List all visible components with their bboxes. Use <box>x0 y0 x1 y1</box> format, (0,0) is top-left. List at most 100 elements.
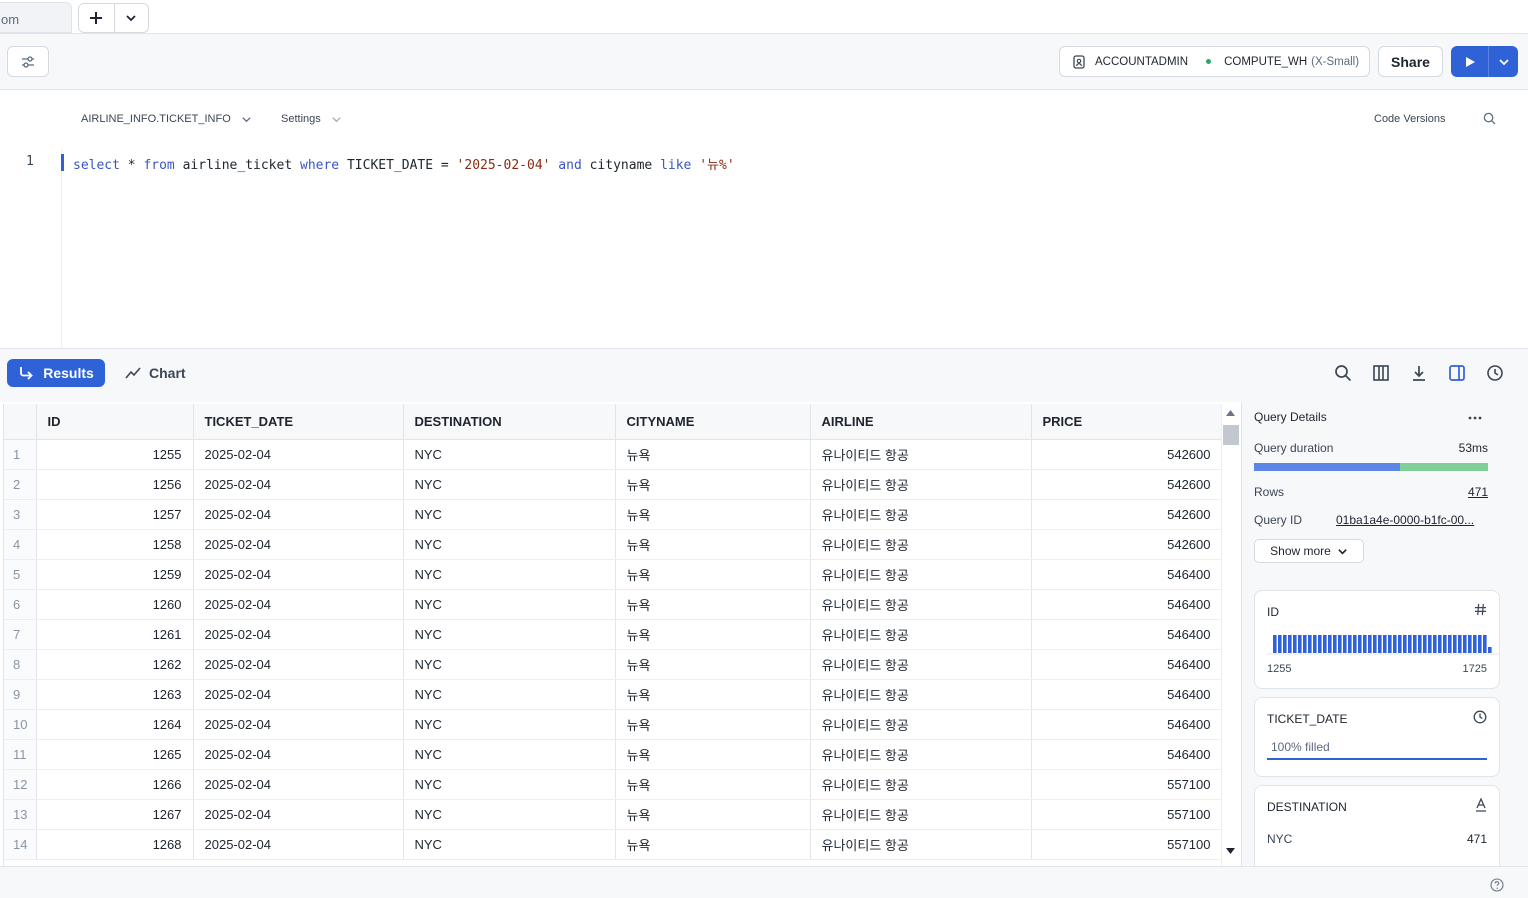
cell-destination[interactable]: NYC <box>403 529 616 560</box>
table-row[interactable]: 2 1256 2025-02-04 NYC 뉴욕 유나이티드 항공 542600 <box>4 469 1221 500</box>
cell-price[interactable]: 546400 <box>1031 709 1221 740</box>
cell-cityname[interactable]: 뉴욕 <box>615 469 811 500</box>
new-tab-button[interactable] <box>79 4 114 32</box>
cell-id[interactable]: 1255 <box>36 439 194 470</box>
database-selector[interactable]: AIRLINE_INFO.TICKET_INFO <box>81 113 252 125</box>
cell-cityname[interactable]: 뉴욕 <box>615 679 811 710</box>
columns-button[interactable] <box>1371 363 1391 383</box>
tab-results[interactable]: Results <box>7 359 105 387</box>
worksheet-tab[interactable]: om <box>0 2 72 33</box>
cell-destination[interactable]: NYC <box>403 469 616 500</box>
cell-cityname[interactable]: 뉴욕 <box>615 829 811 860</box>
cell-airline[interactable]: 유나이티드 항공 <box>810 769 1032 800</box>
column-header[interactable]: DESTINATION <box>403 404 616 440</box>
tab-menu-button[interactable] <box>113 4 149 32</box>
table-row[interactable]: 12 1266 2025-02-04 NYC 뉴욕 유나이티드 항공 557100 <box>4 769 1221 800</box>
cell-airline[interactable]: 유나이티드 항공 <box>810 499 1032 530</box>
cell-ticket-date[interactable]: 2025-02-04 <box>193 559 404 590</box>
cell-cityname[interactable]: 뉴욕 <box>615 559 811 590</box>
code-line[interactable]: select * from airline_ticket where TICKE… <box>73 154 735 173</box>
cell-ticket-date[interactable]: 2025-02-04 <box>193 799 404 830</box>
column-header[interactable]: PRICE <box>1031 404 1221 440</box>
cell-airline[interactable]: 유나이티드 항공 <box>810 829 1032 860</box>
cell-airline[interactable]: 유나이티드 항공 <box>810 739 1032 770</box>
column-card-destination[interactable]: DESTINATION NYC 471 <box>1254 785 1500 866</box>
cell-cityname[interactable]: 뉴욕 <box>615 739 811 770</box>
table-row[interactable]: 6 1260 2025-02-04 NYC 뉴욕 유나이티드 항공 546400 <box>4 589 1221 620</box>
cell-destination[interactable]: NYC <box>403 709 616 740</box>
cell-ticket-date[interactable]: 2025-02-04 <box>193 649 404 680</box>
table-row[interactable]: 13 1267 2025-02-04 NYC 뉴욕 유나이티드 항공 557100 <box>4 799 1221 830</box>
cell-airline[interactable]: 유나이티드 항공 <box>810 649 1032 680</box>
table-row[interactable]: 9 1263 2025-02-04 NYC 뉴욕 유나이티드 항공 546400 <box>4 679 1221 710</box>
cell-airline[interactable]: 유나이티드 항공 <box>810 469 1032 500</box>
table-row[interactable]: 10 1264 2025-02-04 NYC 뉴욕 유나이티드 항공 546400 <box>4 709 1221 740</box>
run-button[interactable] <box>1451 46 1488 77</box>
settings-dropdown[interactable]: Settings <box>281 113 342 125</box>
show-more-button[interactable]: Show more <box>1254 539 1364 563</box>
sql-editor[interactable]: 1 select * from airline_ticket where TIC… <box>0 148 1528 348</box>
grid-scrollbar[interactable] <box>1221 404 1239 866</box>
table-row[interactable]: 14 1268 2025-02-04 NYC 뉴욕 유나이티드 항공 557100 <box>4 829 1221 860</box>
cell-airline[interactable]: 유나이티드 항공 <box>810 619 1032 650</box>
cell-cityname[interactable]: 뉴욕 <box>615 709 811 740</box>
column-header[interactable]: TICKET_DATE <box>193 404 404 440</box>
table-row[interactable]: 1 1255 2025-02-04 NYC 뉴욕 유나이티드 항공 542600 <box>4 439 1221 470</box>
column-card-id[interactable]: ID 1255 1725 <box>1254 590 1500 689</box>
cell-price[interactable]: 546400 <box>1031 679 1221 710</box>
code-versions-button[interactable]: Code Versions <box>1374 113 1446 125</box>
help-button[interactable] <box>1490 878 1504 897</box>
cell-id[interactable]: 1261 <box>36 619 194 650</box>
cell-price[interactable]: 546400 <box>1031 589 1221 620</box>
download-button[interactable] <box>1409 363 1429 383</box>
cell-airline[interactable]: 유나이티드 항공 <box>810 559 1032 590</box>
cell-price[interactable]: 542600 <box>1031 469 1221 500</box>
cell-airline[interactable]: 유나이티드 항공 <box>810 799 1032 830</box>
cell-destination[interactable]: NYC <box>403 559 616 590</box>
cell-id[interactable]: 1265 <box>36 739 194 770</box>
run-options-button[interactable] <box>1488 46 1518 77</box>
cell-destination[interactable]: NYC <box>403 799 616 830</box>
cell-price[interactable]: 557100 <box>1031 799 1221 830</box>
cell-ticket-date[interactable]: 2025-02-04 <box>193 529 404 560</box>
scroll-up-icon[interactable] <box>1226 410 1235 416</box>
cell-airline[interactable]: 유나이티드 항공 <box>810 529 1032 560</box>
cell-destination[interactable]: NYC <box>403 829 616 860</box>
cell-destination[interactable]: NYC <box>403 769 616 800</box>
column-header[interactable]: ID <box>36 404 194 440</box>
cell-ticket-date[interactable]: 2025-02-04 <box>193 619 404 650</box>
cell-ticket-date[interactable]: 2025-02-04 <box>193 679 404 710</box>
cell-cityname[interactable]: 뉴욕 <box>615 769 811 800</box>
share-button[interactable]: Share <box>1378 46 1443 77</box>
cell-cityname[interactable]: 뉴욕 <box>615 799 811 830</box>
column-card-ticket-date[interactable]: TICKET_DATE 100% filled <box>1254 697 1500 777</box>
query-id-link[interactable]: 01ba1a4e-0000-b1fc-00... <box>1336 513 1488 527</box>
cell-airline[interactable]: 유나이티드 항공 <box>810 709 1032 740</box>
cell-price[interactable]: 542600 <box>1031 439 1221 470</box>
scrollbar-thumb[interactable] <box>1223 425 1239 445</box>
table-row[interactable]: 3 1257 2025-02-04 NYC 뉴욕 유나이티드 항공 542600 <box>4 499 1221 530</box>
cell-ticket-date[interactable]: 2025-02-04 <box>193 769 404 800</box>
cell-destination[interactable]: NYC <box>403 589 616 620</box>
column-header[interactable]: AIRLINE <box>810 404 1032 440</box>
cell-ticket-date[interactable]: 2025-02-04 <box>193 709 404 740</box>
cell-destination[interactable]: NYC <box>403 649 616 680</box>
cell-id[interactable]: 1263 <box>36 679 194 710</box>
tab-chart[interactable]: Chart <box>125 359 186 387</box>
column-header[interactable]: CITYNAME <box>615 404 811 440</box>
cell-price[interactable]: 542600 <box>1031 529 1221 560</box>
more-options-button[interactable] <box>1467 410 1483 428</box>
cell-destination[interactable]: NYC <box>403 619 616 650</box>
table-row[interactable]: 11 1265 2025-02-04 NYC 뉴욕 유나이티드 항공 546400 <box>4 739 1221 770</box>
context-selector[interactable]: ACCOUNTADMIN COMPUTE_WH (X-Small) <box>1059 46 1370 77</box>
cell-ticket-date[interactable]: 2025-02-04 <box>193 439 404 470</box>
toggle-details-panel-button[interactable] <box>1447 363 1467 383</box>
cell-id[interactable]: 1262 <box>36 649 194 680</box>
cell-id[interactable]: 1257 <box>36 499 194 530</box>
cell-price[interactable]: 542600 <box>1031 499 1221 530</box>
cell-airline[interactable]: 유나이티드 항공 <box>810 589 1032 620</box>
cell-cityname[interactable]: 뉴욕 <box>615 649 811 680</box>
cell-destination[interactable]: NYC <box>403 439 616 470</box>
cell-id[interactable]: 1260 <box>36 589 194 620</box>
cell-cityname[interactable]: 뉴욕 <box>615 619 811 650</box>
